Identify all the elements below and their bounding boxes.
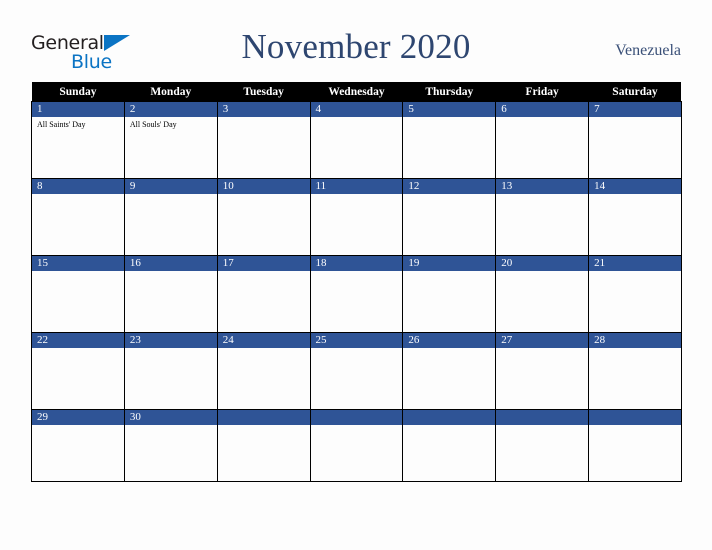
- page-title: November 2020: [241, 27, 471, 66]
- calendar-day-cell[interactable]: 24: [216, 332, 311, 410]
- calendar-date-number: 29: [32, 410, 124, 425]
- calendar-day-cell[interactable]: 4: [309, 101, 404, 179]
- calendar-date-number: 24: [217, 333, 310, 348]
- calendar-grid: Sunday Monday Tuesday Wednesday Thursday…: [31, 82, 682, 482]
- calendar-date-number: 10: [217, 179, 310, 194]
- calendar-date-number: 16: [124, 256, 217, 271]
- calendar-day-cell-empty[interactable]: [495, 409, 590, 482]
- calendar-date-number: 12: [403, 179, 496, 194]
- calendar-day-cell[interactable]: 17: [216, 255, 311, 333]
- calendar-event-label: All Souls' Day: [129, 120, 177, 129]
- calendar-week-row: 1 All Saints' Day 2 All Souls' Day 3 4 5 6 7: [31, 101, 682, 179]
- calendar-event-list: All Souls' Day: [125, 117, 217, 130]
- calendar-day-cell[interactable]: 23: [123, 332, 218, 410]
- calendar-date-number: 3: [217, 102, 310, 117]
- page-header: General Blue November 2020 Venezuela: [0, 0, 712, 82]
- calendar-date-number: 15: [32, 256, 124, 271]
- calendar-date-number: 23: [124, 333, 217, 348]
- calendar-body: 1 All Saints' Day 2 All Souls' Day 3 4 5 6 7 8 9 10…: [31, 101, 682, 482]
- calendar-day-cell-empty[interactable]: [309, 409, 404, 482]
- calendar-day-cell[interactable]: 13: [495, 178, 590, 256]
- calendar-day-cell[interactable]: 26: [402, 332, 497, 410]
- calendar-week-row: 15 16 17 18 19 20 21: [31, 255, 682, 333]
- calendar-date-number: 1: [32, 102, 124, 117]
- calendar-date-number: 2: [124, 102, 217, 117]
- calendar-week-row: 22 23 24 25 26 27 28: [31, 332, 682, 410]
- calendar-day-cell[interactable]: 30: [123, 409, 218, 482]
- calendar-event-label: All Saints' Day: [37, 120, 86, 129]
- weekday-header-friday: Friday: [495, 82, 589, 102]
- calendar-day-cell[interactable]: 16: [123, 255, 218, 333]
- calendar-date-number: 6: [496, 102, 589, 117]
- calendar-day-cell[interactable]: 3: [216, 101, 311, 179]
- calendar-week-row: 29 30: [31, 409, 682, 482]
- calendar-date-number: 14: [589, 179, 681, 194]
- weekday-header-wednesday: Wednesday: [310, 82, 403, 102]
- calendar-day-cell[interactable]: 14: [588, 178, 682, 256]
- calendar-day-cell[interactable]: 12: [402, 178, 497, 256]
- weekday-header-saturday: Saturday: [588, 82, 682, 102]
- calendar-day-cell[interactable]: 28: [588, 332, 682, 410]
- calendar-date-number: 18: [310, 256, 403, 271]
- calendar-event-list: All Saints' Day: [32, 117, 124, 130]
- calendar-day-cell[interactable]: 21: [588, 255, 682, 333]
- calendar-date-number: 28: [589, 333, 681, 348]
- calendar-date-number: 26: [403, 333, 496, 348]
- calendar-date-number: 13: [496, 179, 589, 194]
- calendar-date-number: [589, 410, 681, 425]
- calendar-day-cell[interactable]: 10: [216, 178, 311, 256]
- calendar-date-number: 5: [403, 102, 496, 117]
- calendar-day-cell[interactable]: 5: [402, 101, 497, 179]
- calendar-day-cell[interactable]: 22: [31, 332, 125, 410]
- calendar-day-cell-empty[interactable]: [588, 409, 682, 482]
- calendar-day-cell[interactable]: 18: [309, 255, 404, 333]
- calendar-date-number: 27: [496, 333, 589, 348]
- calendar-day-cell[interactable]: 19: [402, 255, 497, 333]
- weekday-header-sunday: Sunday: [31, 82, 125, 102]
- calendar-date-number: 25: [310, 333, 403, 348]
- weekday-header-monday: Monday: [124, 82, 218, 102]
- calendar-day-cell[interactable]: 8: [31, 178, 125, 256]
- calendar-date-number: [403, 410, 496, 425]
- weekday-header-tuesday: Tuesday: [217, 82, 311, 102]
- calendar-day-cell[interactable]: 6: [495, 101, 590, 179]
- calendar-date-number: [217, 410, 310, 425]
- calendar-day-cell-empty[interactable]: [402, 409, 497, 482]
- calendar-day-cell[interactable]: 15: [31, 255, 125, 333]
- calendar-date-number: 20: [496, 256, 589, 271]
- calendar-date-number: 21: [589, 256, 681, 271]
- calendar-date-number: 17: [217, 256, 310, 271]
- calendar-day-cell-empty[interactable]: [216, 409, 311, 482]
- calendar-day-cell[interactable]: 7: [588, 101, 682, 179]
- calendar-date-number: 22: [32, 333, 124, 348]
- calendar-day-cell[interactable]: 2 All Souls' Day: [123, 101, 218, 179]
- calendar-day-cell[interactable]: 9: [123, 178, 218, 256]
- calendar-date-number: 30: [124, 410, 217, 425]
- calendar-day-cell[interactable]: 11: [309, 178, 404, 256]
- calendar-date-number: 8: [32, 179, 124, 194]
- calendar-date-number: 11: [310, 179, 403, 194]
- calendar-day-cell[interactable]: 20: [495, 255, 590, 333]
- calendar-day-cell[interactable]: 1 All Saints' Day: [31, 101, 125, 179]
- weekday-header-row: Sunday Monday Tuesday Wednesday Thursday…: [31, 82, 682, 102]
- calendar-day-cell[interactable]: 29: [31, 409, 125, 482]
- calendar-date-number: [310, 410, 403, 425]
- calendar-date-number: [496, 410, 589, 425]
- calendar-date-number: 19: [403, 256, 496, 271]
- calendar-week-row: 8 9 10 11 12 13 14: [31, 178, 682, 256]
- calendar-day-cell[interactable]: 25: [309, 332, 404, 410]
- calendar-date-number: 4: [310, 102, 403, 117]
- country-label: Venezuela: [615, 42, 681, 59]
- weekday-header-thursday: Thursday: [402, 82, 496, 102]
- calendar-date-number: 7: [589, 102, 681, 117]
- calendar-date-number: 9: [124, 179, 217, 194]
- calendar-day-cell[interactable]: 27: [495, 332, 590, 410]
